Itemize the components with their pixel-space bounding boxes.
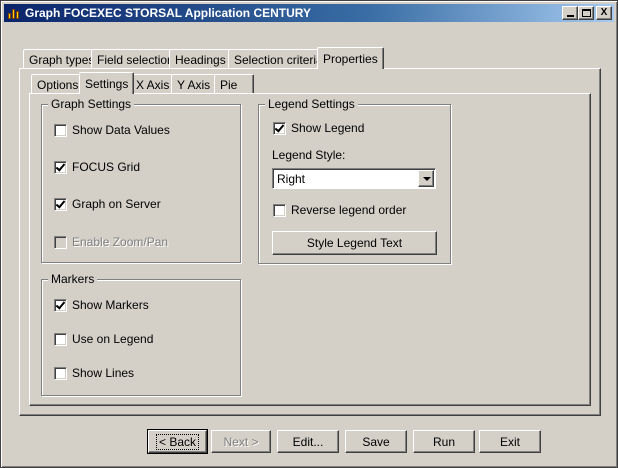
show-data-values-checkbox[interactable]: Show Data Values	[54, 123, 170, 137]
save-button[interactable]: Save	[345, 430, 407, 453]
legend-style-value: Right	[277, 172, 306, 186]
show-markers-checkbox[interactable]: Show Markers	[54, 298, 149, 312]
tab-properties[interactable]: Properties	[317, 47, 384, 70]
window-title: Graph FOCEXEC STORSAL Application CENTUR…	[25, 6, 312, 20]
show-legend-checkbox[interactable]: Show Legend	[273, 121, 364, 135]
edit-button[interactable]: Edit...	[277, 430, 339, 453]
maximize-button[interactable]	[578, 6, 594, 20]
application-window: Graph FOCEXEC STORSAL Application CENTUR…	[0, 0, 618, 468]
legend-settings-title: Legend Settings	[265, 97, 358, 111]
show-lines-checkbox[interactable]: Show Lines	[54, 366, 134, 380]
close-icon: X	[600, 7, 608, 18]
checkbox-box[interactable]	[54, 123, 67, 137]
title-bar[interactable]: Graph FOCEXEC STORSAL Application CENTUR…	[4, 4, 614, 22]
enable-zoom-pan-checkbox: Enable Zoom/Pan	[54, 235, 168, 249]
graph-app-icon	[7, 7, 21, 19]
maximize-icon	[581, 9, 591, 17]
style-legend-text-button[interactable]: Style Legend Text	[272, 231, 437, 255]
checkbox-box[interactable]	[54, 197, 67, 211]
back-button[interactable]: < Back	[147, 429, 208, 454]
tab-graph-types[interactable]: Graph types	[23, 49, 101, 69]
checkbox-box[interactable]	[54, 160, 67, 174]
tab-selection-criteria[interactable]: Selection criteria	[228, 49, 329, 69]
checkbox-box[interactable]	[54, 366, 67, 380]
legend-style-label: Legend Style:	[272, 148, 346, 162]
close-button[interactable]: X	[596, 6, 612, 20]
chevron-down-icon[interactable]	[418, 170, 434, 187]
tab-field-selection[interactable]: Field selection	[91, 49, 180, 69]
tab-headings[interactable]: Headings	[169, 49, 232, 69]
graph-on-server-checkbox[interactable]: Graph on Server	[54, 197, 161, 211]
markers-title: Markers	[48, 272, 98, 286]
minimize-button[interactable]	[562, 6, 578, 20]
tab-x-axis[interactable]: X Axis	[130, 74, 176, 94]
checkbox-box[interactable]	[273, 203, 286, 217]
next-button: Next >	[211, 430, 271, 453]
reverse-legend-order-checkbox[interactable]: Reverse legend order	[273, 203, 406, 217]
tab-pie[interactable]: Pie	[214, 74, 254, 94]
graph-settings-title: Graph Settings	[48, 97, 135, 111]
checkbox-box[interactable]	[54, 298, 67, 312]
minimize-icon	[566, 15, 574, 17]
run-button[interactable]: Run	[413, 430, 475, 453]
use-on-legend-checkbox[interactable]: Use on Legend	[54, 332, 153, 346]
exit-button[interactable]: Exit	[479, 430, 541, 453]
checkbox-box[interactable]	[273, 121, 286, 135]
legend-style-select[interactable]: Right	[272, 168, 436, 189]
tab-options[interactable]: Options	[31, 74, 85, 94]
tab-y-axis[interactable]: Y Axis	[171, 74, 217, 94]
checkbox-box	[54, 235, 67, 249]
focus-grid-checkbox[interactable]: FOCUS Grid	[54, 160, 140, 174]
checkbox-box[interactable]	[54, 332, 67, 346]
tab-settings[interactable]: Settings	[79, 72, 135, 95]
